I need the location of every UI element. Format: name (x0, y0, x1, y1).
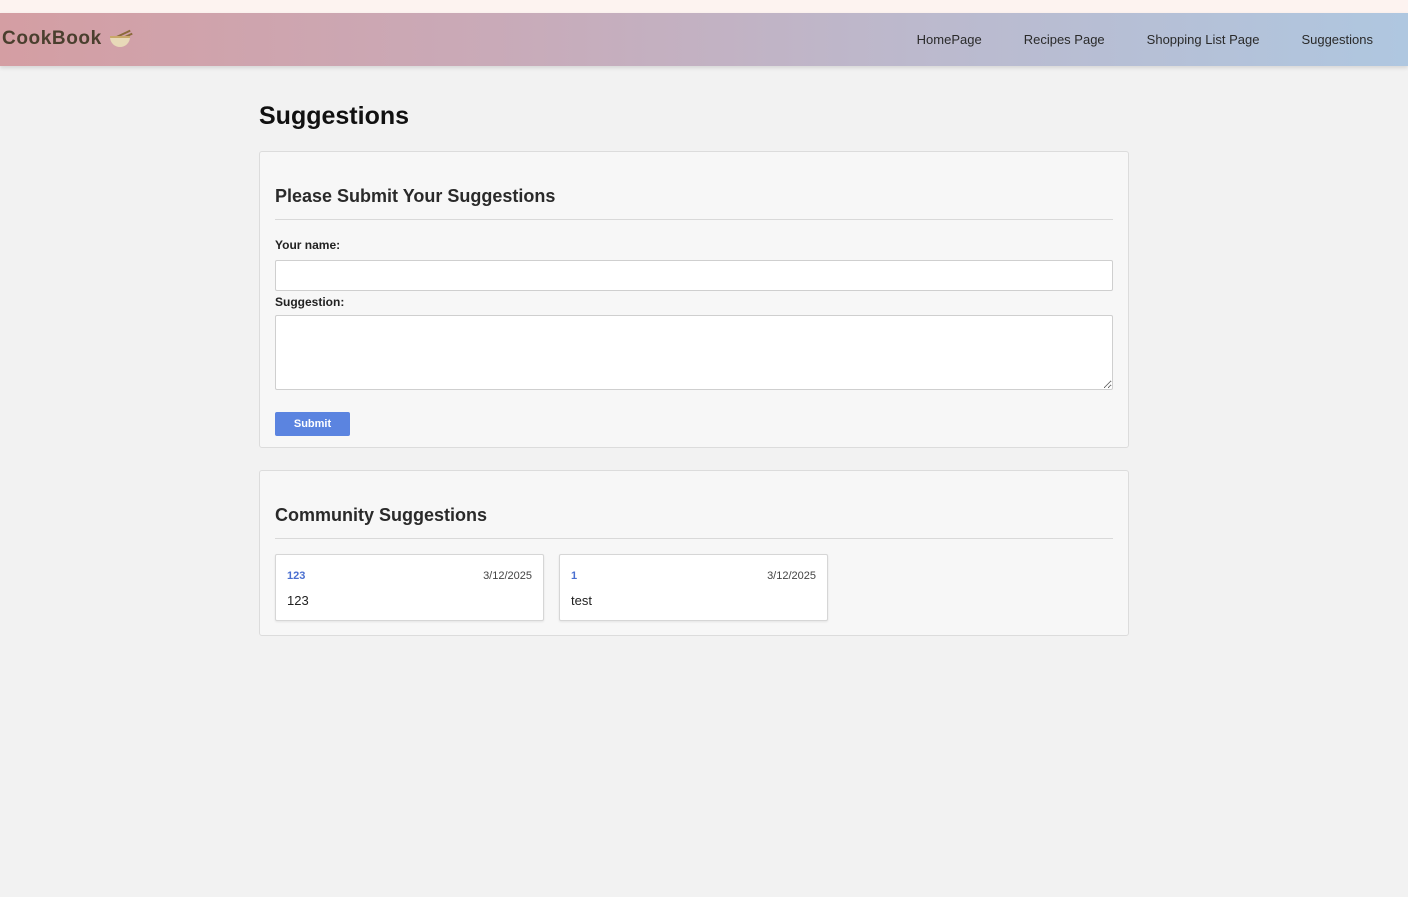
nav-link-shopping-list[interactable]: Shopping List Page (1147, 32, 1260, 47)
suggestion-date: 3/12/2025 (767, 570, 816, 582)
suggestion-author: 1 (571, 570, 578, 582)
community-heading: Community Suggestions (275, 471, 1113, 539)
suggestion-form-card: Please Submit Your Suggestions Your name… (259, 151, 1129, 448)
nav-link-recipes[interactable]: Recipes Page (1024, 32, 1105, 47)
community-suggestions-card: Community Suggestions 123 3/12/2025 123 … (259, 470, 1129, 636)
top-strip (0, 0, 1408, 13)
noodle-bowl-icon (109, 29, 133, 48)
main-content: Suggestions Please Submit Your Suggestio… (259, 66, 1129, 636)
nav-link-homepage[interactable]: HomePage (917, 32, 982, 47)
suggestion-text: 123 (287, 593, 309, 608)
suggestion-author: 123 (287, 570, 306, 582)
page-title: Suggestions (259, 102, 410, 130)
suggestion-label: Suggestion: (275, 295, 345, 309)
suggestion-item: 1 3/12/2025 test (559, 554, 828, 621)
suggestion-text: test (571, 593, 592, 608)
brand-name: CookBook (2, 28, 102, 49)
nav-links: HomePage Recipes Page Shopping List Page… (910, 13, 1408, 66)
suggestion-list: 123 3/12/2025 123 1 3/12/2025 test (275, 554, 1113, 621)
brand-logo[interactable]: CookBook (2, 28, 133, 50)
name-input[interactable] (275, 260, 1113, 291)
name-label: Your name: (275, 238, 341, 252)
suggestion-date: 3/12/2025 (483, 570, 532, 582)
submit-button[interactable]: Submit (275, 412, 350, 436)
suggestion-textarea[interactable] (275, 315, 1113, 390)
suggestion-item: 123 3/12/2025 123 (275, 554, 544, 621)
form-heading: Please Submit Your Suggestions (275, 152, 1113, 220)
nav-link-suggestions[interactable]: Suggestions (1301, 32, 1373, 47)
navbar: CookBook HomePage Recipes Page Shopping … (0, 13, 1408, 66)
